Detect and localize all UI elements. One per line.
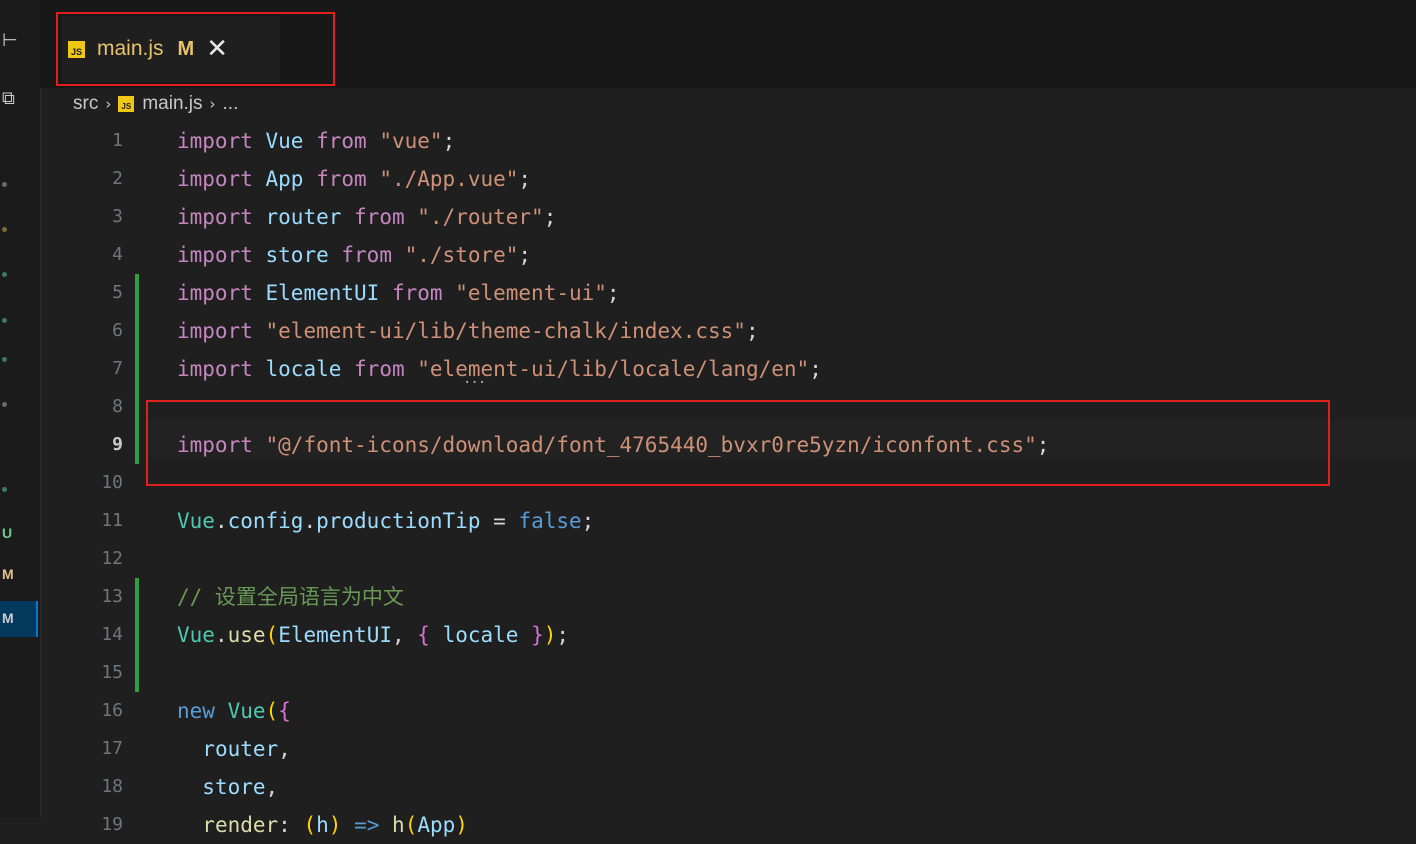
- line-number: 14: [101, 624, 123, 645]
- breadcrumb: src › JS main.js › ...: [73, 90, 238, 118]
- chevron-icon[interactable]: ⊢: [2, 30, 18, 51]
- code-text[interactable]: import Vue from "vue";: [177, 122, 455, 160]
- line-number: 11: [101, 510, 123, 531]
- status-dot: [2, 318, 7, 323]
- code-text[interactable]: Vue.config.productionTip = false;: [177, 502, 594, 540]
- added-line-gutter[interactable]: [135, 578, 139, 616]
- breadcrumb-file[interactable]: main.js: [142, 93, 202, 115]
- code-text[interactable]: import store from "./store";: [177, 236, 531, 274]
- line-number: 5: [112, 282, 123, 303]
- added-line-gutter[interactable]: [135, 312, 139, 350]
- code-text[interactable]: import "element-ui/lib/theme-chalk/index…: [177, 312, 759, 350]
- modified-badge: M: [2, 610, 14, 626]
- line-number: 8: [112, 396, 123, 417]
- line-number: 4: [112, 244, 123, 265]
- code-text[interactable]: import App from "./App.vue";: [177, 160, 531, 198]
- chevron-right-icon: ›: [209, 95, 216, 113]
- inline-hint-ellipsis[interactable]: ...: [463, 371, 486, 387]
- line-number: 18: [101, 776, 123, 797]
- code-line: 4 import store from "./store";: [40, 236, 1416, 274]
- line-number: 19: [101, 814, 123, 835]
- line-number: 10: [101, 472, 123, 493]
- chevron-right-icon: ›: [105, 95, 112, 113]
- code-line: 10: [40, 464, 1416, 502]
- code-line: 14 Vue.use(ElementUI, { locale });: [40, 616, 1416, 654]
- code-line: 9 import "@/font-icons/download/font_476…: [40, 426, 1416, 464]
- code-text[interactable]: import router from "./router";: [177, 198, 556, 236]
- code-line: 3 import router from "./router";: [40, 198, 1416, 236]
- line-number: 12: [101, 548, 123, 569]
- line-number: 9: [112, 434, 123, 455]
- line-number: 1: [112, 130, 123, 151]
- modified-badge: M: [2, 566, 14, 582]
- status-dot: [2, 357, 7, 362]
- javascript-file-icon: JS: [68, 40, 85, 58]
- line-number: 3: [112, 206, 123, 227]
- code-line: 7 import locale from "element-ui/lib/loc…: [40, 350, 1416, 388]
- code-line: 6 import "element-ui/lib/theme-chalk/ind…: [40, 312, 1416, 350]
- line-number: 6: [112, 320, 123, 341]
- added-line-gutter[interactable]: [135, 616, 139, 654]
- line-number: 2: [112, 168, 123, 189]
- code-line: 2 import App from "./App.vue";: [40, 160, 1416, 198]
- code-line: 13 // 设置全局语言为中文: [40, 578, 1416, 616]
- close-icon[interactable]: ✕: [206, 36, 228, 62]
- code-line: 1 import Vue from "vue";: [40, 122, 1416, 160]
- editor-tab-bar: JS main.js M ✕: [40, 8, 1416, 88]
- added-line-gutter[interactable]: [135, 274, 139, 312]
- status-dot: [2, 402, 7, 407]
- line-number: 13: [101, 586, 123, 607]
- status-dot: [2, 487, 7, 492]
- added-line-gutter[interactable]: [135, 350, 139, 388]
- added-line-gutter[interactable]: [135, 654, 139, 692]
- code-text[interactable]: new Vue({: [177, 692, 291, 730]
- untracked-badge: U: [2, 525, 13, 541]
- explorer-edge-strip: ⊢ ⧉ U M M: [0, 0, 41, 818]
- code-line: 17 router,: [40, 730, 1416, 768]
- breadcrumb-symbols[interactable]: ...: [223, 93, 239, 115]
- code-text[interactable]: router,: [177, 730, 291, 768]
- code-line: 12: [40, 540, 1416, 578]
- code-line: 19 render: (h) => h(App): [40, 806, 1416, 844]
- code-line: 5 import ElementUI from "element-ui";: [40, 274, 1416, 312]
- tab-main-js[interactable]: JS main.js M ✕: [62, 16, 280, 82]
- status-dot: [2, 272, 7, 277]
- status-dot: [2, 182, 7, 187]
- code-line: 11 Vue.config.productionTip = false;: [40, 502, 1416, 540]
- tab-title: main.js: [97, 37, 164, 60]
- code-text[interactable]: render: (h) => h(App): [177, 806, 468, 844]
- code-comment[interactable]: // 设置全局语言为中文: [177, 578, 404, 616]
- selected-file-row[interactable]: M: [0, 601, 38, 637]
- line-number: 7: [112, 358, 123, 379]
- code-text[interactable]: import locale from "element-ui/lib/local…: [177, 350, 822, 388]
- code-line: 16 new Vue({: [40, 692, 1416, 730]
- code-line: 15: [40, 654, 1416, 692]
- added-line-gutter[interactable]: [135, 426, 139, 464]
- breadcrumb-folder[interactable]: src: [73, 93, 98, 115]
- status-dot: [2, 227, 7, 232]
- line-number: 17: [101, 738, 123, 759]
- window-top-edge: [40, 0, 1416, 8]
- code-text[interactable]: import ElementUI from "element-ui";: [177, 274, 620, 312]
- code-line: 18 store,: [40, 768, 1416, 806]
- added-line-gutter[interactable]: [135, 388, 139, 426]
- code-line: 8: [40, 388, 1416, 426]
- line-number: 16: [101, 700, 123, 721]
- modified-indicator: M: [177, 37, 195, 60]
- line-number: 15: [101, 662, 123, 683]
- javascript-file-icon: JS: [118, 96, 135, 112]
- code-text[interactable]: import "@/font-icons/download/font_47654…: [177, 426, 1049, 464]
- collapse-all-icon[interactable]: ⧉: [2, 88, 15, 109]
- code-text[interactable]: store,: [177, 768, 278, 806]
- code-text[interactable]: Vue.use(ElementUI, { locale });: [177, 616, 569, 654]
